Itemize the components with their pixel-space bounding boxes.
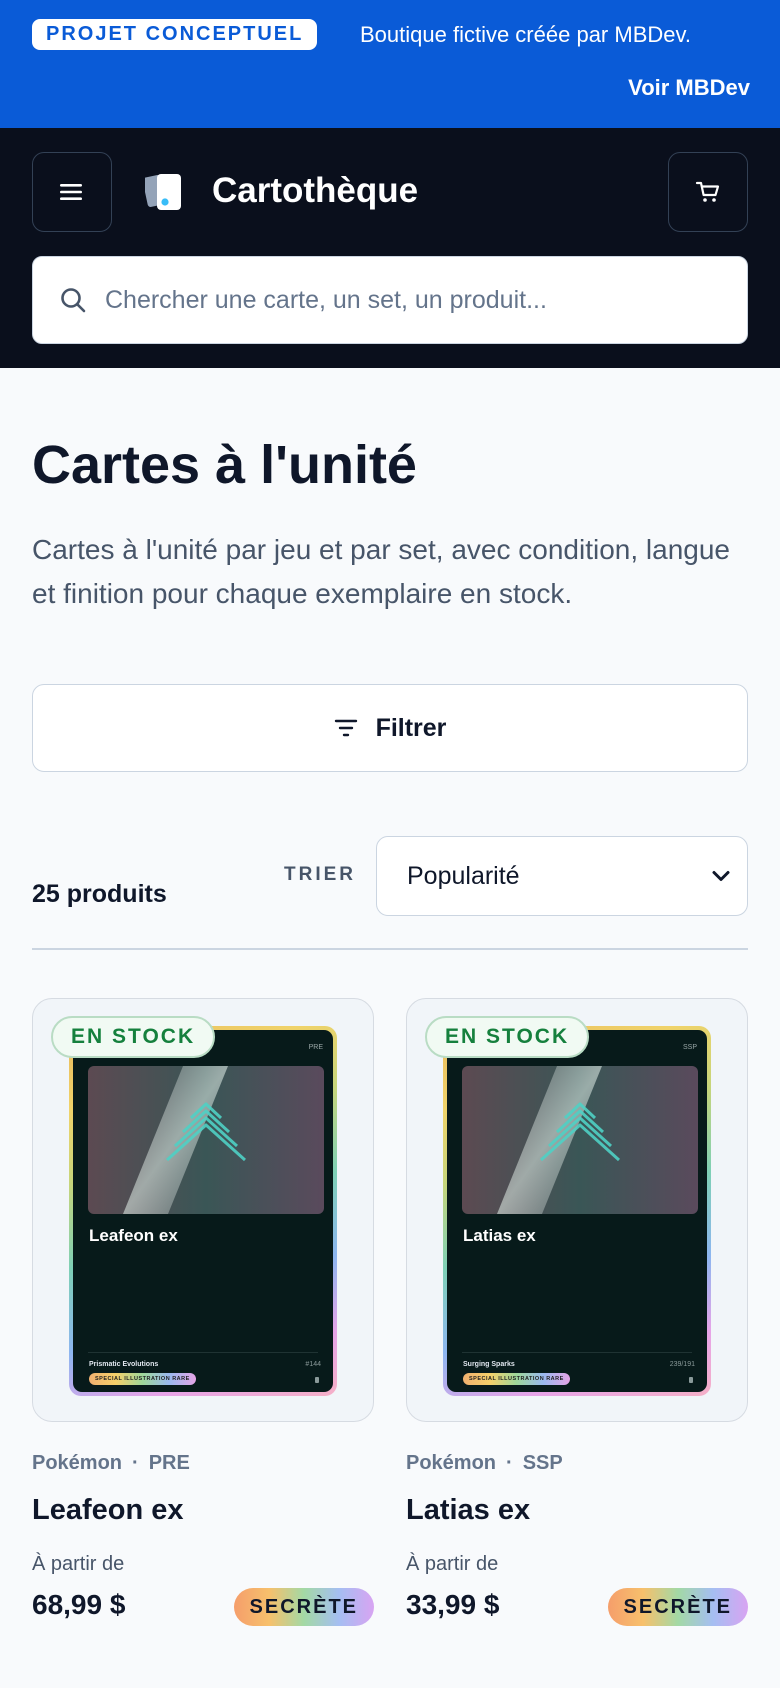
site-header: Cartothèque: [0, 128, 780, 368]
divider: [32, 948, 748, 950]
brand-name[interactable]: Cartothèque: [212, 168, 418, 214]
price-from-label: À partir de: [406, 1553, 499, 1575]
page-description: Cartes à l'unité par jeu et par set, ave…: [32, 534, 730, 609]
product-count: 25 produits: [32, 880, 167, 908]
search-input[interactable]: [105, 285, 725, 315]
card-illustration: [88, 1066, 324, 1214]
card-set: Prismatic Evolutions: [89, 1361, 159, 1368]
card-name: Leafeon ex: [89, 1226, 178, 1245]
sort-label: TRIER: [284, 864, 356, 885]
card-illustration: [462, 1066, 698, 1214]
concept-project-badge: PROJET CONCEPTUEL: [32, 19, 318, 50]
card-rarity-label: SPECIAL ILLUSTRATION RARE: [463, 1373, 570, 1385]
rarity-badge: SECRÈTE: [233, 1588, 374, 1626]
product-set-code: PRE: [148, 1452, 190, 1474]
cards-logo-icon: [145, 174, 181, 210]
tree-chevron-icon: [88, 1066, 324, 1214]
product-price: 33,99 $: [406, 1589, 500, 1620]
product-card[interactable]: EN STOCK SSP Latias ex Surging Sparks 23…: [406, 998, 748, 1626]
card-name: Latias ex: [463, 1226, 536, 1245]
trading-card-art: SSP Latias ex Surging Sparks 239/191 SPE…: [443, 1026, 711, 1396]
promo-text: Boutique fictive créée par MBDev.: [360, 22, 691, 47]
product-image[interactable]: EN STOCK SSP Latias ex Surging Sparks 23…: [406, 998, 748, 1422]
product-meta: Pokémon · SSP: [406, 1450, 748, 1476]
promo-banner: PROJET CONCEPTUEL Boutique fictive créée…: [0, 0, 780, 128]
product-image[interactable]: EN STOCK PRE Leafeon ex Prismatic Evolut…: [32, 998, 374, 1422]
product-title[interactable]: Leafeon ex: [32, 1492, 374, 1528]
filter-label: Filtrer: [375, 713, 447, 742]
filter-icon: [334, 719, 357, 737]
card-number: #144: [305, 1361, 321, 1368]
page-title: Cartes à l'unité: [32, 435, 417, 495]
card-code: SSP: [682, 1044, 697, 1051]
cart-icon: [695, 181, 720, 202]
sort-select[interactable]: Popularité: [376, 836, 748, 916]
sort-value: Popularité: [407, 861, 520, 890]
cart-button[interactable]: [668, 152, 748, 232]
card-divider: [88, 1352, 318, 1353]
product-game: Pokémon: [32, 1452, 123, 1474]
search-icon: [61, 288, 86, 313]
stock-badge: EN STOCK: [51, 1016, 216, 1058]
trading-card-art: PRE Leafeon ex Prismatic Evolutions #144…: [69, 1026, 337, 1396]
product-set-code: SSP: [522, 1452, 563, 1474]
product-card[interactable]: EN STOCK PRE Leafeon ex Prismatic Evolut…: [32, 998, 374, 1626]
meta-separator: ·: [132, 1452, 139, 1474]
search-bar[interactable]: [32, 256, 748, 344]
rarity-badge: SECRÈTE: [607, 1588, 748, 1626]
menu-button[interactable]: [32, 152, 112, 232]
product-game: Pokémon: [406, 1452, 497, 1474]
card-divider: [462, 1352, 692, 1353]
stock-badge: EN STOCK: [425, 1016, 590, 1058]
card-chip-icon: [689, 1377, 693, 1383]
view-mbdev-link[interactable]: Voir MBDev: [628, 74, 750, 102]
chevron-down-icon: [712, 871, 730, 881]
card-code: PRE: [308, 1044, 323, 1051]
card-number: 239/191: [669, 1361, 695, 1368]
price-from-label: À partir de: [32, 1553, 125, 1575]
meta-separator: ·: [506, 1452, 513, 1474]
product-meta: Pokémon · PRE: [32, 1450, 374, 1476]
card-chip-icon: [315, 1377, 319, 1383]
filter-button[interactable]: Filtrer: [32, 684, 748, 772]
card-rarity-label: SPECIAL ILLUSTRATION RARE: [89, 1373, 196, 1385]
card-set: Surging Sparks: [463, 1361, 515, 1368]
hamburger-menu-icon: [60, 184, 82, 200]
product-price: 68,99 $: [32, 1589, 126, 1620]
product-title[interactable]: Latias ex: [406, 1492, 748, 1528]
tree-chevron-icon: [462, 1066, 698, 1214]
